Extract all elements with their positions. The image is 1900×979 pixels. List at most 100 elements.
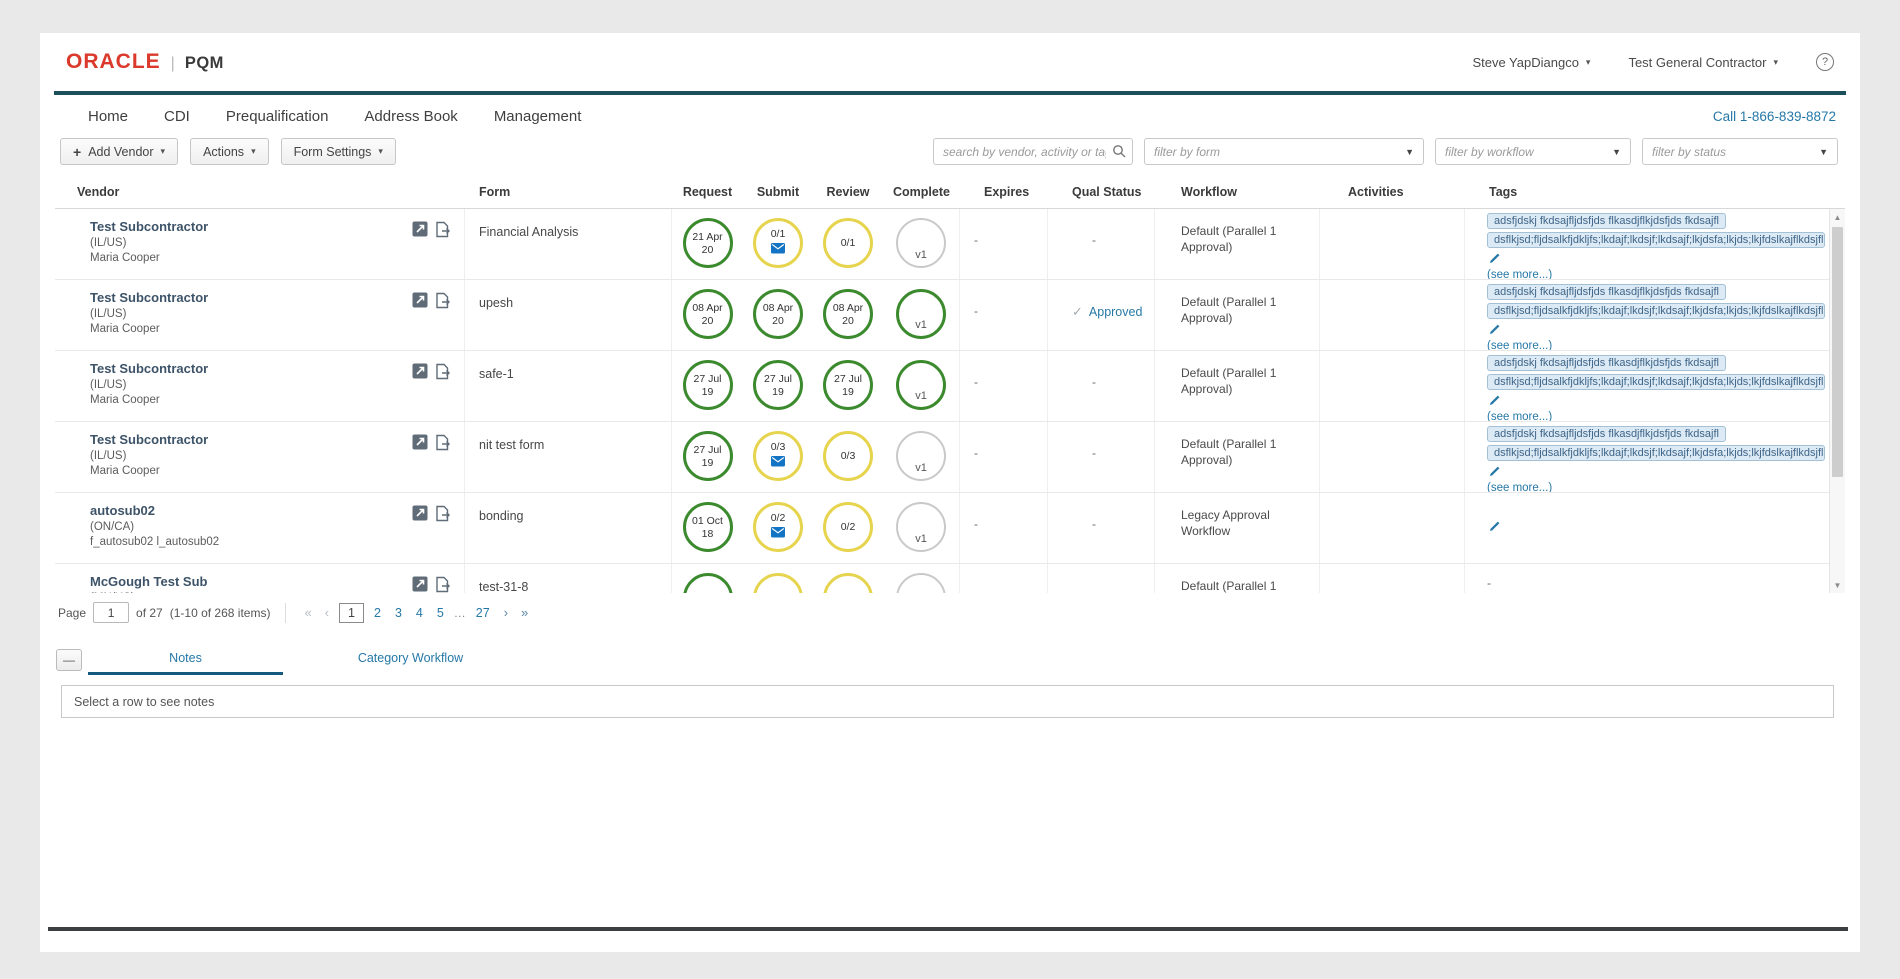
form-settings-button[interactable]: Form Settings ▾: [281, 138, 396, 165]
table-row[interactable]: Test Subcontractor(IL/US)Maria Coopersaf…: [55, 351, 1829, 422]
see-more-link[interactable]: (see more...): [1487, 482, 1825, 492]
scroll-down-arrow-icon[interactable]: ▼: [1830, 578, 1845, 593]
complete-status-circle[interactable]: v1: [896, 289, 946, 339]
last-page-button[interactable]: »: [518, 605, 531, 620]
next-page-button[interactable]: ›: [501, 605, 511, 620]
filter-by-status-select[interactable]: filter by status ▼: [1642, 138, 1838, 165]
submit-status-circle[interactable]: 08 Apr20: [753, 289, 803, 339]
table-row[interactable]: autosub02(ON/CA)f_autosub02 l_autosub02b…: [55, 493, 1829, 564]
document-pdf-icon[interactable]: [412, 292, 428, 309]
vendor-name-link[interactable]: Test Subcontractor: [90, 290, 208, 305]
actions-button[interactable]: Actions ▾: [190, 138, 269, 165]
request-status-circle[interactable]: 31 Aug: [683, 573, 733, 593]
vendor-name-link[interactable]: Test Subcontractor: [90, 219, 208, 234]
request-status-circle[interactable]: 27 Jul19: [683, 360, 733, 410]
request-status-circle[interactable]: 21 Apr20: [683, 218, 733, 268]
user-menu[interactable]: Steve YapDiangco ▾: [1472, 55, 1590, 70]
submit-status-circle[interactable]: 0/3: [753, 573, 803, 593]
table-vertical-scrollbar[interactable]: ▲▼: [1829, 209, 1845, 593]
page-link-5[interactable]: 5: [433, 606, 448, 620]
document-export-icon[interactable]: [435, 434, 450, 451]
scrollbar-thumb[interactable]: [1832, 227, 1843, 477]
collapse-panel-button[interactable]: —: [56, 649, 82, 671]
vendor-name-link[interactable]: Test Subcontractor: [90, 432, 208, 447]
review-status-circle[interactable]: 08 Apr20: [823, 289, 873, 339]
edit-pencil-icon[interactable]: [1488, 520, 1501, 538]
table-row[interactable]: McGough Test Sub(MN/US)test-31-831 Aug0/…: [55, 564, 1829, 593]
edit-pencil-icon[interactable]: [1488, 394, 1501, 412]
column-header-vendor: Vendor: [55, 175, 465, 208]
document-pdf-icon[interactable]: [412, 505, 428, 522]
submit-status-circle[interactable]: 0/1: [753, 218, 803, 268]
complete-status-circle[interactable]: v1: [896, 360, 946, 410]
document-export-icon[interactable]: [435, 221, 450, 238]
request-status-circle[interactable]: 01 Oct18: [683, 502, 733, 552]
nav-item-prequalification[interactable]: Prequalification: [226, 108, 329, 125]
complete-status-circle[interactable]: v1: [896, 502, 946, 552]
document-pdf-icon[interactable]: [412, 363, 428, 380]
activities-cell: [1320, 422, 1465, 492]
document-export-icon[interactable]: [435, 505, 450, 522]
page-link-27[interactable]: 27: [472, 606, 494, 620]
complete-status-circle[interactable]: v1: [896, 431, 946, 481]
search-icon[interactable]: [1112, 144, 1126, 163]
tags-empty-value: -: [1487, 568, 1825, 590]
scroll-up-arrow-icon[interactable]: ▲: [1830, 210, 1845, 225]
complete-status-circle[interactable]: v1: [896, 218, 946, 268]
review-status-circle[interactable]: 27 Jul19: [823, 360, 873, 410]
mail-icon[interactable]: [771, 454, 785, 472]
submit-status-circle[interactable]: 27 Jul19: [753, 360, 803, 410]
edit-pencil-icon[interactable]: [1488, 465, 1501, 483]
mail-icon[interactable]: [771, 241, 785, 259]
document-export-icon[interactable]: [435, 576, 450, 593]
request-status-circle[interactable]: 08 Apr20: [683, 289, 733, 339]
vendor-name-link[interactable]: autosub02: [90, 503, 155, 518]
see-more-link[interactable]: (see more...): [1487, 411, 1825, 421]
complete-status-circle[interactable]: v1: [896, 573, 946, 593]
help-icon[interactable]: ?: [1816, 53, 1834, 71]
tab-category-workflow[interactable]: Category Workflow: [313, 651, 508, 675]
see-more-link[interactable]: (see more...): [1487, 269, 1825, 279]
page-number-input[interactable]: [93, 602, 129, 623]
nav-item-address-book[interactable]: Address Book: [364, 108, 457, 125]
add-vendor-button[interactable]: + Add Vendor ▾: [60, 138, 178, 165]
page-link-4[interactable]: 4: [412, 606, 427, 620]
document-pdf-icon[interactable]: [412, 434, 428, 451]
table-row[interactable]: Test Subcontractor(IL/US)Maria Cooperupe…: [55, 280, 1829, 351]
vendor-name-link[interactable]: McGough Test Sub: [90, 574, 207, 589]
edit-pencil-icon[interactable]: [1488, 252, 1501, 270]
vendor-action-icons: [412, 576, 450, 593]
review-status-circle[interactable]: 0/3: [823, 431, 873, 481]
document-pdf-icon[interactable]: [412, 221, 428, 238]
filter-by-workflow-select[interactable]: filter by workflow ▼: [1435, 138, 1631, 165]
see-more-link[interactable]: (see more...): [1487, 340, 1825, 350]
table-row[interactable]: Test Subcontractor(IL/US)Maria CooperFin…: [55, 209, 1829, 280]
company-menu[interactable]: Test General Contractor ▾: [1628, 55, 1778, 70]
request-status-circle[interactable]: 27 Jul19: [683, 431, 733, 481]
edit-pencil-icon[interactable]: [1488, 323, 1501, 341]
submit-status-circle[interactable]: 0/3: [753, 431, 803, 481]
stage-date-text: 08 Apr: [692, 302, 722, 314]
submit-status-circle[interactable]: 0/2: [753, 502, 803, 552]
page-link-current[interactable]: 1: [339, 603, 364, 623]
document-export-icon[interactable]: [435, 292, 450, 309]
nav-item-home[interactable]: Home: [88, 108, 128, 125]
review-status-circle[interactable]: 0/3: [823, 573, 873, 593]
page-link-3[interactable]: 3: [391, 606, 406, 620]
table-row[interactable]: Test Subcontractor(IL/US)Maria Coopernit…: [55, 422, 1829, 493]
page-link-2[interactable]: 2: [370, 606, 385, 620]
document-pdf-icon[interactable]: [412, 576, 428, 593]
search-input[interactable]: [933, 138, 1133, 165]
prev-page-button[interactable]: ‹: [322, 605, 332, 620]
nav-item-cdi[interactable]: CDI: [164, 108, 190, 125]
review-status-circle[interactable]: 0/1: [823, 218, 873, 268]
call-phone-link[interactable]: Call 1-866-839-8872: [1713, 109, 1836, 124]
mail-icon[interactable]: [771, 525, 785, 543]
vendor-name-link[interactable]: Test Subcontractor: [90, 361, 208, 376]
tab-notes[interactable]: Notes: [88, 651, 283, 675]
document-export-icon[interactable]: [435, 363, 450, 380]
first-page-button[interactable]: «: [301, 605, 314, 620]
nav-item-management[interactable]: Management: [494, 108, 582, 125]
review-status-circle[interactable]: 0/2: [823, 502, 873, 552]
filter-by-form-select[interactable]: filter by form ▼: [1144, 138, 1424, 165]
